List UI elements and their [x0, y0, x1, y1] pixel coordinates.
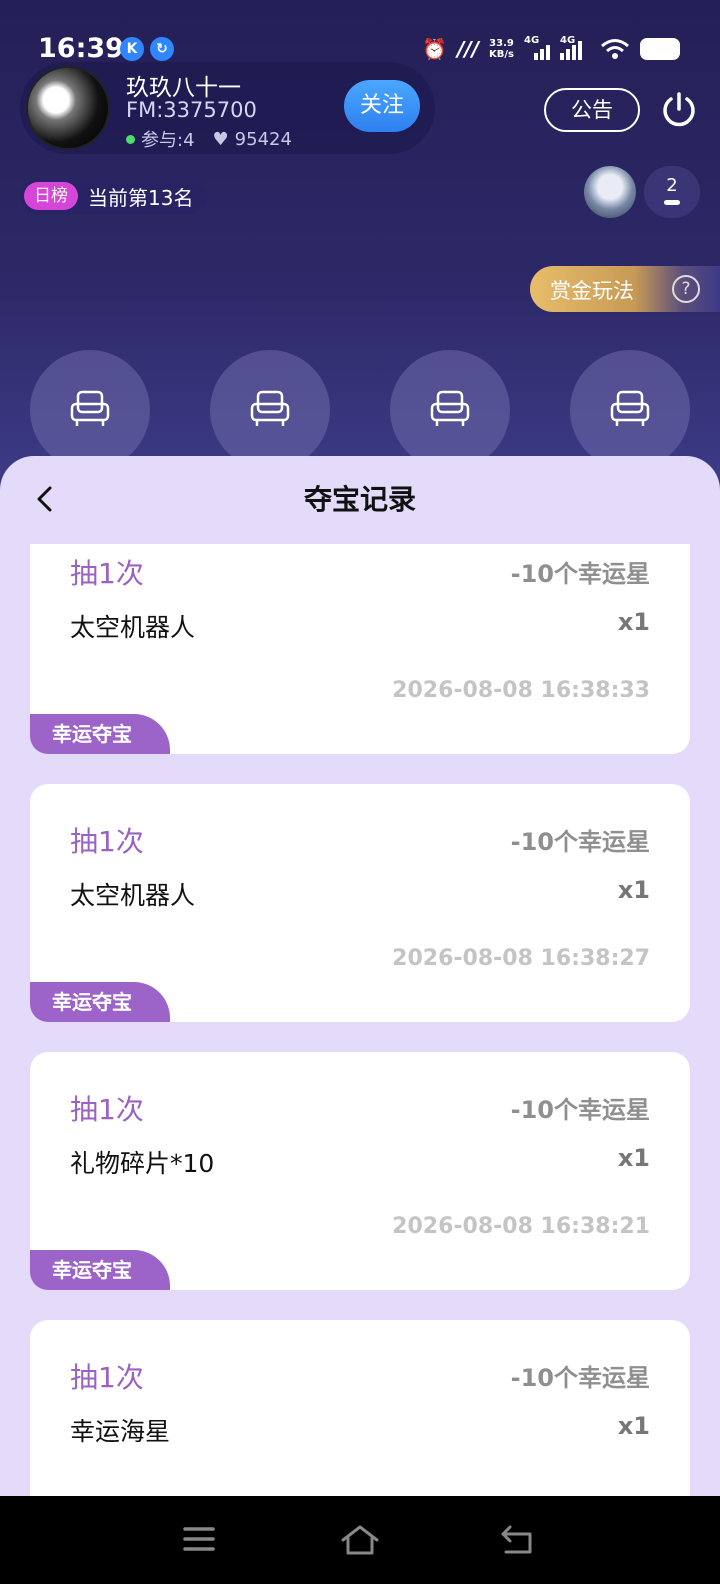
power-icon[interactable] — [660, 91, 698, 129]
draw-count: 抽1次 — [70, 825, 144, 858]
notice-button[interactable]: 公告 — [544, 88, 640, 132]
bounty-label: 赏金玩法 — [550, 279, 634, 303]
record-timestamp: 2026-08-08 16:38:33 — [392, 678, 650, 703]
menu-icon[interactable] — [182, 1524, 216, 1554]
draw-count: 抽1次 — [70, 1361, 144, 1394]
speed-value: 33.9 — [489, 38, 514, 49]
seat-4[interactable] — [570, 350, 690, 470]
network-speed: 33.9 KB/s — [489, 38, 514, 60]
back-nav-icon[interactable] — [500, 1524, 536, 1556]
rank-badge: 日榜 — [24, 182, 78, 210]
host-name: 玖玖八十一 — [126, 75, 241, 101]
signal-icon: 4G — [524, 35, 550, 60]
sofa-icon — [430, 390, 470, 426]
rank-text: 当前第13名 — [88, 185, 194, 210]
participant-count: 参与:4 — [141, 130, 195, 151]
signal-icon-2: 4G — [560, 35, 590, 60]
record-card: 抽1次 -10个幸运星 太空机器人 x1 2026-08-08 16:38:33… — [30, 544, 690, 754]
status-time: 16:39 — [38, 33, 124, 64]
record-card: 抽1次 -10个幸运星 礼物碎片*10 x1 2026-08-08 16:38:… — [30, 1052, 690, 1290]
record-prize: 幸运海星 — [70, 1417, 171, 1446]
record-quantity: x1 — [617, 876, 650, 904]
record-type-tag: 幸运夺宝 — [30, 1250, 170, 1290]
like-count: 95424 — [234, 128, 292, 150]
heart-icon: ♥ — [212, 128, 229, 150]
sofa-icon — [70, 390, 110, 426]
online-dot-icon — [126, 134, 135, 144]
record-card: 抽1次 -10个幸运星 幸运海星 x1 — [30, 1320, 690, 1496]
network-type-2: 4G — [560, 35, 576, 46]
host-avatar[interactable] — [26, 66, 110, 150]
bounty-play-button[interactable]: 赏金玩法 ? — [530, 266, 720, 312]
viewer-count-button[interactable]: 2 — [644, 166, 700, 218]
record-prize: 太空机器人 — [70, 881, 196, 910]
sheet-header: 夺宝记录 — [0, 456, 720, 544]
record-prize: 太空机器人 — [70, 613, 196, 642]
record-quantity: x1 — [617, 608, 650, 636]
host-stats: 参与:4 ♥ 95424 — [126, 126, 292, 152]
draw-count: 抽1次 — [70, 557, 144, 590]
seat-1[interactable] — [30, 350, 150, 470]
record-timestamp: 2026-08-08 16:38:21 — [392, 1214, 650, 1239]
viewer-avatar[interactable] — [584, 166, 636, 218]
network-type-1: 4G — [524, 35, 540, 46]
app-sync-icon: ↻ — [150, 37, 174, 61]
host-fm-id: FM:3375700 — [126, 98, 257, 122]
home-icon[interactable] — [340, 1524, 380, 1556]
battery-icon — [640, 38, 680, 60]
record-list[interactable]: 抽1次 -10个幸运星 太空机器人 x1 2026-08-08 16:38:33… — [0, 544, 720, 1496]
alarm-icon: ⏰ — [422, 37, 448, 61]
wifi-icon — [601, 39, 629, 59]
record-prize: 礼物碎片*10 — [70, 1149, 215, 1178]
treasure-record-sheet: 夺宝记录 抽1次 -10个幸运星 太空机器人 x1 2026-08-08 16:… — [0, 456, 720, 1496]
speed-unit: KB/s — [489, 49, 514, 60]
seat-row — [0, 350, 720, 470]
record-cost: -10个幸运星 — [510, 560, 650, 588]
record-quantity: x1 — [617, 1144, 650, 1172]
carrier-icon: /// — [457, 37, 480, 61]
record-timestamp: 2026-08-08 16:38:27 — [392, 946, 650, 971]
viewer-count-underline — [664, 200, 680, 205]
daily-rank-pill[interactable]: 日榜 当前第13名 — [20, 178, 208, 214]
draw-count: 抽1次 — [70, 1093, 144, 1126]
app-k-icon: K — [120, 37, 144, 61]
sofa-icon — [250, 390, 290, 426]
seat-3[interactable] — [390, 350, 510, 470]
sheet-title: 夺宝记录 — [303, 483, 416, 516]
record-type-tag: 幸运夺宝 — [30, 982, 170, 1022]
host-profile-card[interactable]: 玖玖八十一 FM:3375700 参与:4 ♥ 95424 关注 — [20, 62, 435, 154]
record-type-tag: 幸运夺宝 — [30, 714, 170, 754]
record-cost: -10个幸运星 — [510, 1096, 650, 1124]
follow-button[interactable]: 关注 — [344, 80, 420, 132]
system-nav-bar — [0, 1496, 720, 1584]
viewer-count: 2 — [666, 175, 678, 196]
record-cost: -10个幸运星 — [510, 828, 650, 856]
record-quantity: x1 — [617, 1412, 650, 1440]
record-card: 抽1次 -10个幸运星 太空机器人 x1 2026-08-08 16:38:27… — [30, 784, 690, 1022]
sofa-icon — [610, 390, 650, 426]
help-icon[interactable]: ? — [672, 275, 700, 303]
record-cost: -10个幸运星 — [510, 1364, 650, 1392]
seat-2[interactable] — [210, 350, 330, 470]
